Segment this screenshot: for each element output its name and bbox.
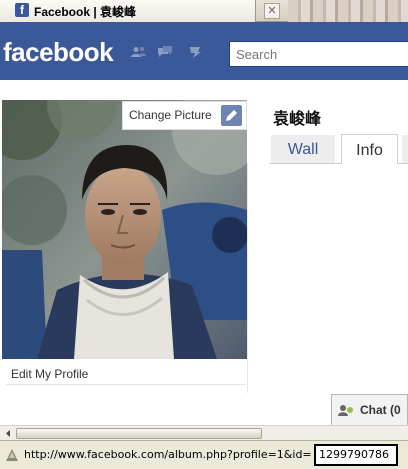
scroll-left-icon[interactable] <box>2 428 14 439</box>
browser-window: f Facebook | 袁峻峰 ✕ facebook Search Chang… <box>0 0 408 469</box>
friend-requests-icon[interactable] <box>131 46 147 58</box>
notifications-icon[interactable] <box>187 46 203 58</box>
edit-profile-link[interactable]: Edit My Profile <box>11 367 88 381</box>
change-picture-label: Change Picture <box>129 108 212 122</box>
tab-more[interactable] <box>402 135 408 163</box>
pencil-icon <box>221 105 242 126</box>
messages-icon[interactable] <box>157 46 173 58</box>
close-icon[interactable]: ✕ <box>264 3 280 19</box>
profile-name: 袁峻峰 <box>273 109 322 128</box>
tab-strip: f Facebook | 袁峻峰 ✕ <box>0 0 408 22</box>
status-bar: http://www.facebook.com/album.php?profil… <box>0 440 408 469</box>
chat-button[interactable]: Chat (0 <box>331 394 408 425</box>
browser-tab-title: Facebook | 袁峻峰 <box>34 5 137 19</box>
profile-photo-image <box>2 100 247 359</box>
status-url: http://www.facebook.com/album.php?profil… <box>24 448 312 461</box>
page-loading-icon <box>6 449 18 461</box>
profile-picture[interactable] <box>2 100 247 359</box>
search-input[interactable] <box>229 41 408 67</box>
scrollbar-thumb[interactable] <box>16 428 262 439</box>
chat-label: Chat (0 <box>360 403 401 417</box>
column-divider <box>247 163 248 393</box>
tab-wall[interactable]: Wall <box>271 135 335 163</box>
browser-tab-facebook[interactable]: f Facebook | 袁峻峰 <box>0 0 256 22</box>
divider <box>6 384 246 385</box>
chat-icon <box>338 405 353 416</box>
facebook-logo[interactable]: facebook <box>3 37 114 68</box>
change-picture-button[interactable]: Change Picture <box>122 101 247 130</box>
facebook-favicon-icon: f <box>15 3 29 17</box>
browser-tab-inactive[interactable] <box>288 0 408 22</box>
horizontal-scrollbar[interactable] <box>0 425 408 440</box>
status-id-highlight: 1299790786 <box>314 444 398 466</box>
tab-info[interactable]: Info <box>341 134 398 164</box>
